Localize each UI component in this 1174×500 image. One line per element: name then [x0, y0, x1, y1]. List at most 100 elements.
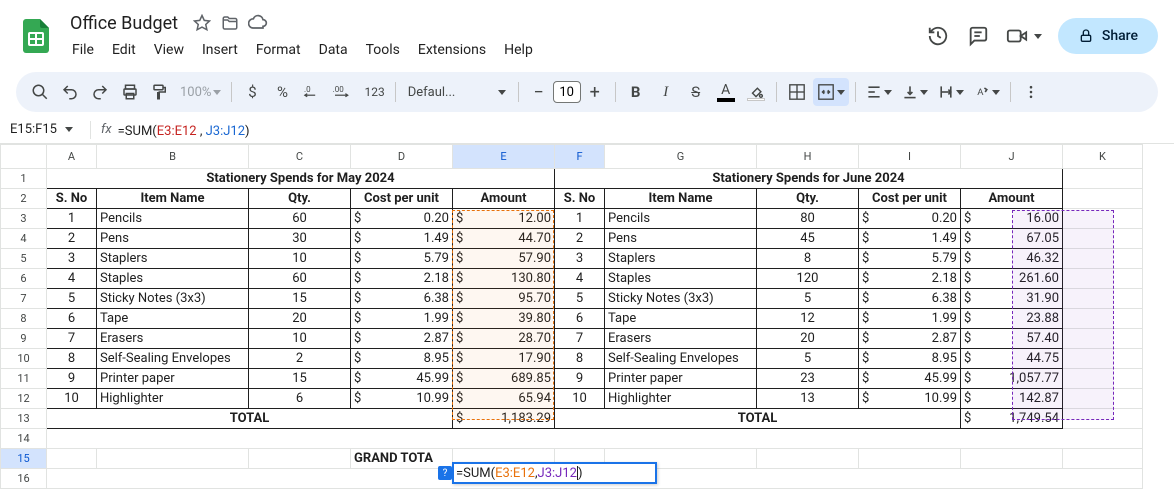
- table-cell[interactable]: 1: [555, 209, 605, 229]
- hdr-sno2[interactable]: S. No: [555, 189, 605, 209]
- cell[interactable]: [1063, 389, 1143, 409]
- strikethrough-button[interactable]: S: [682, 78, 710, 106]
- hdr-item[interactable]: Item Name: [97, 189, 249, 209]
- table-cell[interactable]: Staplers: [605, 249, 757, 269]
- cell[interactable]: [1063, 329, 1143, 349]
- table-cell[interactable]: Pencils: [605, 209, 757, 229]
- cell[interactable]: [249, 449, 351, 469]
- hdr-item2[interactable]: Item Name: [605, 189, 757, 209]
- table-cell[interactable]: $2.18: [351, 269, 453, 289]
- table-cell[interactable]: 10: [249, 329, 351, 349]
- table-cell[interactable]: 23: [757, 369, 859, 389]
- table-cell[interactable]: 45: [757, 229, 859, 249]
- table-cell[interactable]: Sticky Notes (3x3): [97, 289, 249, 309]
- table-cell[interactable]: $67.05: [961, 229, 1063, 249]
- cell[interactable]: [47, 449, 97, 469]
- table-cell[interactable]: 60: [249, 209, 351, 229]
- table-cell[interactable]: Highlighter: [605, 389, 757, 409]
- table-cell[interactable]: $44.75: [961, 349, 1063, 369]
- hdr-amount[interactable]: Amount: [453, 189, 555, 209]
- table-cell[interactable]: 5: [47, 289, 97, 309]
- borders-button[interactable]: [783, 78, 811, 106]
- table-cell[interactable]: $16.00: [961, 209, 1063, 229]
- increase-decimal-button[interactable]: .00: [328, 78, 358, 106]
- table-cell[interactable]: $2.87: [859, 329, 961, 349]
- may-total-amount[interactable]: $1,183.29: [453, 409, 555, 429]
- table-cell[interactable]: 3: [555, 249, 605, 269]
- cell[interactable]: [859, 449, 961, 469]
- table-cell[interactable]: $1,057.77: [961, 369, 1063, 389]
- table-cell[interactable]: 5: [757, 289, 859, 309]
- table-cell[interactable]: 5: [757, 349, 859, 369]
- align-button[interactable]: [862, 78, 896, 106]
- share-button[interactable]: Share: [1058, 18, 1158, 54]
- table-cell[interactable]: Staples: [97, 269, 249, 289]
- table-cell[interactable]: $2.18: [859, 269, 961, 289]
- table-cell[interactable]: $5.79: [859, 249, 961, 269]
- table-cell[interactable]: $1.99: [351, 309, 453, 329]
- fill-color-button[interactable]: [742, 78, 770, 106]
- table-cell[interactable]: $45.99: [859, 369, 961, 389]
- hdr-qty2[interactable]: Qty.: [757, 189, 859, 209]
- table-cell[interactable]: 12: [757, 309, 859, 329]
- col-header-g[interactable]: G: [605, 145, 757, 169]
- search-menus-icon[interactable]: [26, 78, 54, 106]
- cell[interactable]: [1063, 209, 1143, 229]
- cell[interactable]: [1063, 249, 1143, 269]
- table-cell[interactable]: 20: [249, 309, 351, 329]
- table-cell[interactable]: Sticky Notes (3x3): [605, 289, 757, 309]
- formula-bar[interactable]: =SUM(E3:E12 , J3:J12): [118, 121, 250, 139]
- meet-button[interactable]: [1006, 25, 1042, 47]
- table-cell[interactable]: $8.95: [351, 349, 453, 369]
- increase-fontsize-button[interactable]: +: [581, 78, 609, 106]
- zoom-select[interactable]: 100%: [176, 78, 225, 106]
- col-header-f[interactable]: F: [555, 145, 605, 169]
- table-cell[interactable]: 13: [757, 389, 859, 409]
- row-header-14[interactable]: 14: [1, 429, 47, 449]
- col-header-b[interactable]: B: [97, 145, 249, 169]
- table-cell[interactable]: $44.70: [453, 229, 555, 249]
- menu-help[interactable]: Help: [496, 38, 541, 62]
- undo-icon[interactable]: [56, 78, 84, 106]
- col-header-h[interactable]: H: [757, 145, 859, 169]
- decrease-fontsize-button[interactable]: −: [525, 78, 553, 106]
- row-header-7[interactable]: 7: [1, 289, 47, 309]
- table-cell[interactable]: $1.99: [859, 309, 961, 329]
- table-cell[interactable]: Pencils: [97, 209, 249, 229]
- menu-tools[interactable]: Tools: [358, 38, 408, 62]
- table-cell[interactable]: $689.85: [453, 369, 555, 389]
- table-cell[interactable]: Staplers: [97, 249, 249, 269]
- wrap-button[interactable]: [934, 78, 968, 106]
- row-header-10[interactable]: 10: [1, 349, 47, 369]
- table-cell[interactable]: 15: [249, 369, 351, 389]
- spreadsheet-grid[interactable]: A B C D E F G H I J K 1 Stationery Spend…: [0, 144, 1174, 489]
- merge-cells-button[interactable]: [813, 78, 849, 106]
- fontsize-input[interactable]: [553, 81, 581, 103]
- cell-editor[interactable]: ? =SUM(E3:E12 , J3:J12): [452, 462, 657, 484]
- table-cell[interactable]: $10.99: [859, 389, 961, 409]
- cell[interactable]: [1063, 369, 1143, 389]
- row-header-12[interactable]: 12: [1, 389, 47, 409]
- row-header-13[interactable]: 13: [1, 409, 47, 429]
- table-cell[interactable]: $10.99: [351, 389, 453, 409]
- col-header-a[interactable]: A: [47, 145, 97, 169]
- menu-format[interactable]: Format: [248, 38, 309, 62]
- table-cell[interactable]: 6: [47, 309, 97, 329]
- grand-total-label[interactable]: GRAND TOTA: [351, 449, 453, 469]
- june-title-cell[interactable]: Stationery Spends for June 2024: [555, 169, 1063, 189]
- table-cell[interactable]: Pens: [97, 229, 249, 249]
- table-cell[interactable]: $1.49: [859, 229, 961, 249]
- table-cell[interactable]: 30: [249, 229, 351, 249]
- name-box[interactable]: E15:F15: [10, 122, 90, 137]
- table-cell[interactable]: 10: [47, 389, 97, 409]
- table-cell[interactable]: 80: [757, 209, 859, 229]
- cell[interactable]: [1063, 189, 1143, 209]
- table-cell[interactable]: $31.90: [961, 289, 1063, 309]
- row-header-6[interactable]: 6: [1, 269, 47, 289]
- more-tools-button[interactable]: [1017, 78, 1045, 106]
- row-header-9[interactable]: 9: [1, 329, 47, 349]
- table-cell[interactable]: $12.00: [453, 209, 555, 229]
- text-color-button[interactable]: A: [712, 78, 740, 106]
- decrease-decimal-button[interactable]: .0: [298, 78, 326, 106]
- row-header-8[interactable]: 8: [1, 309, 47, 329]
